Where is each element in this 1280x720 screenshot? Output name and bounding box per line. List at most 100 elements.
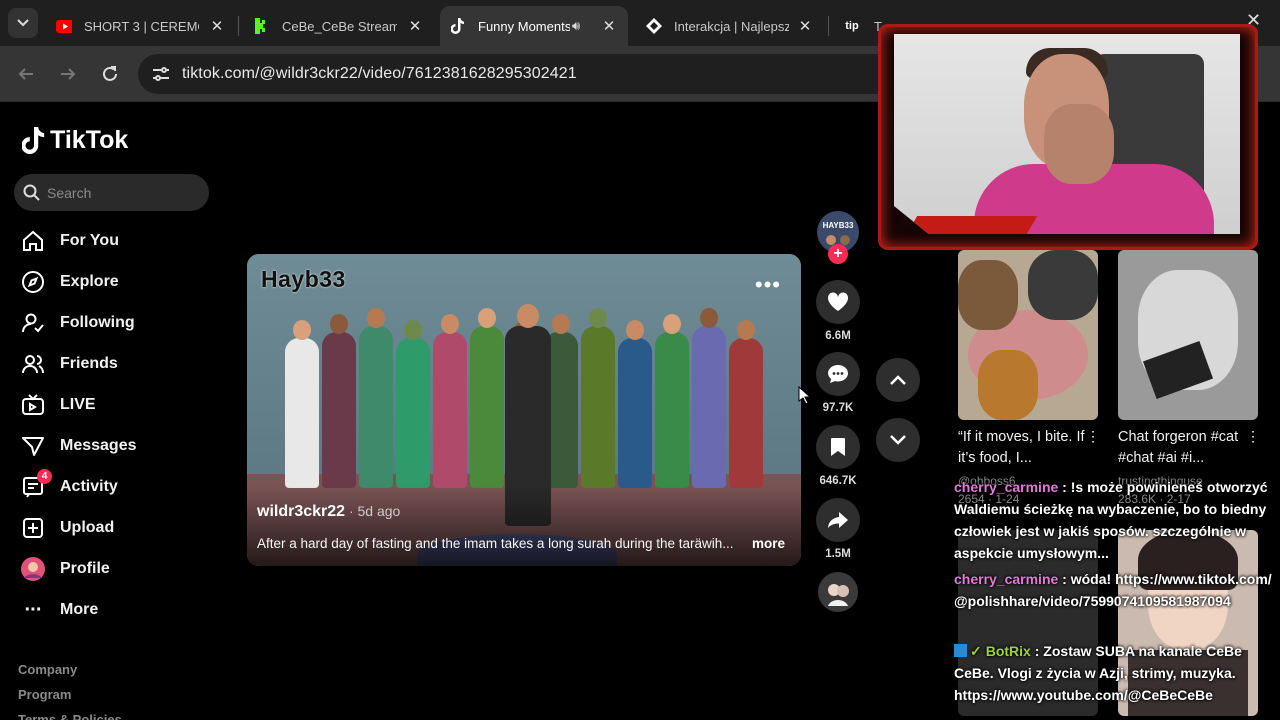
footer-link-company[interactable]: Company (18, 662, 77, 677)
illustration-figure (729, 320, 763, 488)
forward-button[interactable] (54, 60, 82, 88)
nav-more[interactable]: ··· More (20, 595, 99, 625)
close-tab-icon[interactable]: ✕ (208, 17, 226, 35)
site-settings-icon (153, 67, 169, 81)
chevron-down-icon (17, 19, 29, 27)
comment-button[interactable]: 97.7K (816, 352, 860, 414)
feed-title[interactable]: “If it moves, I bite. If it’s food, I... (958, 427, 1088, 469)
reload-icon (103, 66, 117, 81)
illustration-figure (581, 308, 615, 488)
tiktok-sidebar: TikTok Search For You Explore Following … (0, 102, 235, 720)
webcam-overlay (878, 24, 1258, 250)
nav-label: LIVE (60, 396, 96, 413)
browser-tab[interactable]: Interakcja | Najlepsza ✕ (636, 6, 824, 46)
nav-live[interactable]: LIVE (20, 390, 96, 420)
bookmark-icon (831, 438, 845, 456)
footer-link-terms[interactable]: Terms & Policies (18, 712, 122, 720)
tip-icon: tip (845, 20, 859, 32)
reload-button[interactable] (96, 60, 124, 88)
share-count: 1.5M (825, 548, 851, 560)
footer-link-program[interactable]: Program (18, 687, 71, 702)
next-video-button[interactable] (876, 418, 920, 462)
feed-thumbnail[interactable] (958, 250, 1098, 420)
browser-tab[interactable]: CeBe_CeBe Stream ✕ (244, 6, 434, 46)
url-text: tiktok.com/@wildr3ckr22/video/7612381628… (182, 65, 577, 82)
video-options-icon[interactable]: ••• (755, 272, 781, 298)
music-disc[interactable] (816, 570, 860, 619)
illustration-figure (322, 314, 356, 488)
youtube-icon (56, 18, 72, 34)
chat-username: cherry_carmine (954, 479, 1059, 495)
nav-profile[interactable]: Profile (20, 554, 110, 584)
chat-message: cherry_carmine : wóda! https://www.tikto… (954, 568, 1276, 612)
nav-upload[interactable]: Upload (20, 513, 114, 543)
tiktok-logo[interactable]: TikTok (22, 126, 128, 155)
avatar (20, 556, 46, 582)
verified-icon: ✓ (970, 643, 982, 659)
tab-search-button[interactable] (8, 8, 38, 38)
nav-label: Messages (60, 437, 137, 454)
caption-more-link[interactable]: more (752, 536, 785, 551)
nav-label: Friends (60, 355, 118, 372)
browser-tab-active[interactable]: Funny Moments 🔊︎ ✕ (440, 6, 628, 46)
save-button[interactable]: 646.7K (816, 425, 860, 487)
webcam-feed (894, 34, 1240, 234)
chat-message: ✓ BotRix : Zostaw SUBA na kanale CeBe CeB… (954, 640, 1276, 706)
illustration-figure (618, 320, 652, 488)
feed-options-icon[interactable]: ⋮ (1246, 428, 1260, 445)
close-tab-icon[interactable]: ✕ (600, 17, 618, 35)
tab-title: Funny Moments (478, 18, 570, 34)
illustration-figure (396, 320, 430, 488)
messages-icon (20, 433, 46, 459)
nav-messages[interactable]: Messages (20, 431, 137, 461)
close-tab-icon[interactable]: ✕ (406, 17, 424, 35)
bot-badge-icon (954, 644, 967, 657)
friends-icon (20, 351, 46, 377)
arrow-left-icon (18, 68, 33, 80)
feed-thumbnail[interactable] (1118, 250, 1258, 420)
browser-tab[interactable]: SHORT 3 | CEREMONIA ✕ (46, 6, 236, 46)
more-icon: ··· (24, 598, 43, 621)
feed-options-icon[interactable]: ⋮ (1086, 428, 1100, 445)
tab-title: CeBe_CeBe Stream (282, 18, 397, 34)
chevron-up-icon (890, 375, 906, 385)
nav-label: More (60, 601, 99, 618)
video-author[interactable]: wildr3ckr22 · 5d ago (257, 503, 400, 521)
nav-activity[interactable]: 4 Activity (20, 469, 118, 502)
illustration-figure (433, 314, 467, 488)
like-button[interactable]: 6.6M (816, 280, 860, 342)
illustration-figure (692, 308, 726, 488)
back-button[interactable] (12, 60, 40, 88)
nav-label: Upload (60, 519, 115, 536)
video-caption: After a hard day of fasting and the imam… (257, 536, 734, 551)
nav-following[interactable]: Following (20, 308, 135, 338)
illustration-figure (359, 308, 393, 488)
video-watermark: Hayb33 (261, 266, 346, 292)
nav-label: Following (60, 314, 135, 331)
chat-username: BotRix (985, 643, 1031, 659)
compass-icon (20, 269, 46, 295)
close-tab-icon[interactable]: ✕ (796, 17, 814, 35)
following-icon (20, 310, 46, 336)
previous-video-button[interactable] (876, 358, 920, 402)
video-player[interactable]: Hayb33 ••• wildr3ckr22 · 5d ago After a … (247, 254, 801, 566)
nav-for-you[interactable]: For You (20, 226, 119, 256)
nav-label: Profile (60, 560, 110, 577)
nav-friends[interactable]: Friends (20, 349, 118, 379)
illustration-figure (470, 308, 504, 488)
nav-explore[interactable]: Explore (20, 267, 119, 297)
comment-icon (828, 365, 848, 383)
feed-title[interactable]: Chat forgeron #cat #chat #ai #i... (1118, 427, 1248, 469)
post-age: · 5d ago (345, 503, 401, 519)
share-button[interactable]: 1.5M (816, 498, 860, 560)
author-name[interactable]: wildr3ckr22 (257, 503, 345, 520)
home-icon (20, 228, 46, 254)
creator-avatar[interactable]: HAYB33 + (816, 210, 860, 264)
follow-plus-icon[interactable]: + (828, 244, 848, 264)
speaker-icon[interactable]: 🔊︎ (572, 18, 590, 34)
nav-label: Activity (60, 478, 118, 495)
search-input[interactable]: Search (14, 174, 209, 211)
live-icon (20, 392, 46, 418)
heart-icon (827, 292, 849, 311)
search-placeholder: Search (47, 184, 92, 201)
